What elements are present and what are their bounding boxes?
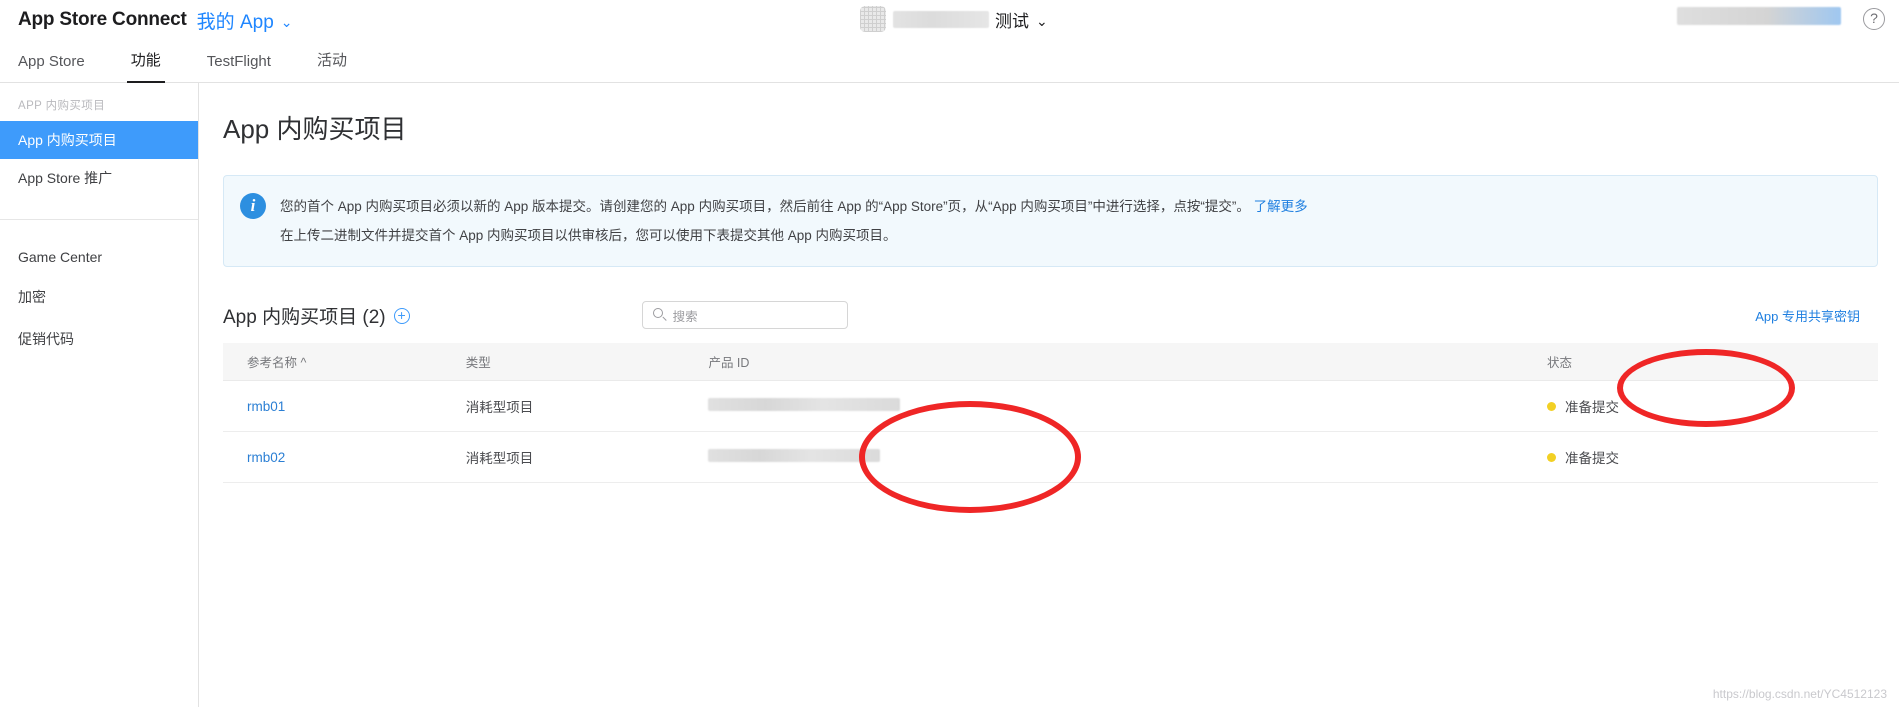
- page-title: App 内购买项目: [223, 114, 407, 144]
- cell-type: 消耗型项目: [465, 431, 709, 483]
- table-body: rmb01 消耗型项目 准备提交 rmb02 消耗型项目 准备提交: [223, 380, 1878, 483]
- tab-app-store[interactable]: App Store: [18, 53, 85, 82]
- status-dot-icon: [1546, 452, 1556, 462]
- sidebar-item-app-store-promotion[interactable]: App Store 推广: [0, 159, 198, 197]
- app-title-suffix: 测试 ⌄: [995, 7, 1048, 32]
- app-suffix-label: 测试: [995, 11, 1029, 31]
- my-app-menu[interactable]: 我的 App ⌄: [197, 7, 293, 34]
- status-badge: 准备提交: [1546, 396, 1878, 416]
- cell-status: 准备提交: [1546, 431, 1878, 483]
- search-container: 搜索: [641, 301, 848, 329]
- table-header-row: 参考名称 ^ 类型 产品 ID 状态: [223, 343, 1878, 381]
- info-banner-line1: 您的首个 App 内购买项目必须以新的 App 版本提交。请创建您的 App 内…: [280, 199, 1250, 214]
- row-link-rmb02[interactable]: rmb02: [247, 450, 285, 465]
- cell-reference-name: rmb01: [223, 380, 466, 432]
- watermark: https://blog.csdn.net/YC4512123: [1712, 687, 1887, 701]
- main-content: App 内购买项目 i 您的首个 App 内购买项目必须以新的 App 版本提交…: [199, 83, 1899, 707]
- sidebar-item-game-center[interactable]: Game Center: [0, 238, 198, 276]
- primary-tab-bar: App Store 功能 TestFlight 活动: [0, 40, 1899, 83]
- table-row[interactable]: rmb02 消耗型项目 准备提交: [223, 431, 1878, 483]
- my-app-label: 我的 App: [196, 11, 274, 33]
- search-input[interactable]: 搜索: [641, 301, 848, 329]
- column-header-status[interactable]: 状态: [1546, 343, 1878, 381]
- body: APP 内购买项目 App 内购买项目 App Store 推广 Game Ce…: [0, 83, 1899, 707]
- table-header: 参考名称 ^ 类型 产品 ID 状态: [223, 343, 1878, 381]
- learn-more-link[interactable]: 了解更多: [1254, 199, 1308, 214]
- tab-testflight[interactable]: TestFlight: [207, 53, 271, 82]
- table-row[interactable]: rmb01 消耗型项目 准备提交: [223, 380, 1878, 432]
- top-bar: App Store Connect 我的 App ⌄ 测试 ⌄ ?: [0, 0, 1899, 40]
- list-title: App 内购买项目 (2): [223, 306, 386, 328]
- in-app-purchase-table: 参考名称 ^ 类型 产品 ID 状态 rmb01 消耗型项目 准备提交 rmb0…: [223, 343, 1878, 483]
- status-label: 准备提交: [1564, 400, 1619, 415]
- add-icon[interactable]: +: [393, 308, 410, 324]
- help-icon[interactable]: ?: [1863, 8, 1885, 30]
- app-store-connect-page: App Store Connect 我的 App ⌄ 测试 ⌄ ? App Stor…: [0, 0, 1899, 707]
- search-icon: [652, 308, 663, 318]
- sidebar-group-title: APP 内购买项目: [18, 100, 106, 112]
- column-header-reference-name[interactable]: 参考名称 ^: [223, 343, 466, 381]
- sidebar: APP 内购买项目 App 内购买项目 App Store 推广 Game Ce…: [0, 83, 199, 707]
- sidebar-item-promo-codes[interactable]: 促销代码: [0, 318, 198, 360]
- tab-activity[interactable]: 活动: [317, 49, 347, 82]
- shared-secret-link[interactable]: App 专用共享密钥: [1755, 306, 1878, 325]
- info-banner: i 您的首个 App 内购买项目必须以新的 App 版本提交。请创建您的 App…: [223, 175, 1878, 267]
- info-icon: i: [240, 193, 266, 219]
- list-header: App 内购买项目 (2) + 搜索 App 专用共享密钥: [223, 301, 1878, 329]
- sidebar-item-encryption[interactable]: 加密: [0, 276, 198, 318]
- cell-product-id: [708, 431, 1547, 483]
- sidebar-divider: [0, 219, 198, 220]
- cell-status: 准备提交: [1546, 380, 1878, 432]
- current-app-selector[interactable]: 测试 ⌄: [860, 6, 1048, 32]
- account-info-redacted: [1677, 7, 1841, 25]
- cell-product-id: [708, 380, 1547, 432]
- tab-features[interactable]: 功能: [126, 49, 165, 83]
- product-id-redacted: [708, 449, 881, 462]
- column-header-product-id[interactable]: 产品 ID: [708, 343, 1547, 381]
- status-label: 准备提交: [1564, 451, 1619, 466]
- status-badge: 准备提交: [1546, 447, 1878, 467]
- product-id-redacted: [708, 398, 901, 411]
- app-icon: [860, 6, 886, 32]
- column-header-type[interactable]: 类型: [465, 343, 709, 381]
- row-link-rmb01[interactable]: rmb01: [247, 399, 285, 414]
- chevron-down-icon: ⌄: [280, 13, 293, 30]
- chevron-down-icon: ⌄: [1036, 12, 1048, 29]
- cell-type: 消耗型项目: [465, 380, 709, 432]
- sidebar-item-in-app-purchases[interactable]: App 内购买项目: [0, 121, 198, 159]
- cell-reference-name: rmb02: [223, 431, 466, 483]
- status-dot-icon: [1546, 401, 1556, 411]
- info-banner-line2: 在上传二进制文件并提交首个 App 内购买项目以供审核后，您可以使用下表提交其他…: [280, 228, 897, 243]
- app-name-redacted: [893, 10, 989, 28]
- brand-title: App Store Connect: [18, 9, 187, 30]
- info-banner-text: 您的首个 App 内购买项目必须以新的 App 版本提交。请创建您的 App 内…: [280, 192, 1308, 250]
